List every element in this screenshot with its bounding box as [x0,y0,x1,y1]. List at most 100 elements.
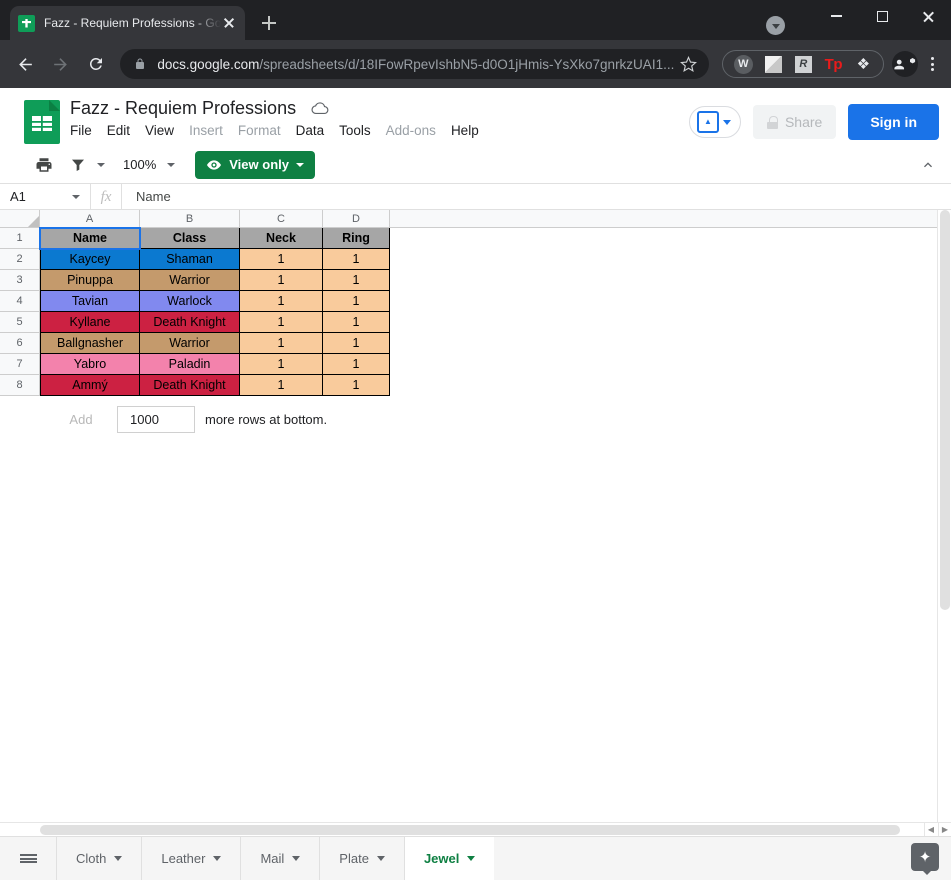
close-tab-icon[interactable] [221,15,237,31]
add-rows-button[interactable]: Add [45,406,117,433]
row-header[interactable]: 5 [0,312,40,333]
back-button[interactable] [12,49,39,79]
menu-view[interactable]: View [145,123,174,138]
cell-ring-r7[interactable]: 1 [323,354,390,375]
cell-neck-r6[interactable]: 1 [240,333,323,354]
menu-data[interactable]: Data [296,123,325,138]
cell-a1[interactable]: Name [39,227,141,250]
cell-name-r5[interactable]: Kyllane [40,312,140,333]
cell-class-r3[interactable]: Warrior [140,270,240,291]
horizontal-scroll-thumb[interactable] [40,825,900,835]
zoom-level-value[interactable]: 100% [117,157,162,172]
cell-neck-r7[interactable]: 1 [240,354,323,375]
upload-to-drive-button[interactable] [688,106,741,138]
document-title[interactable]: Fazz - Requiem Professions [70,98,296,119]
cell-class-r5[interactable]: Death Knight [140,312,240,333]
wallet-extension-icon[interactable]: W [731,52,755,76]
filter-icon[interactable] [64,151,92,179]
sheet-tab-leather[interactable]: Leather [141,837,240,880]
download-indicator-icon[interactable] [766,16,785,35]
cell-class-r2[interactable]: Shaman [140,249,240,270]
row-header[interactable]: 8 [0,375,40,396]
cell-name-r3[interactable]: Pinuppa [40,270,140,291]
all-sheets-hamburger-icon[interactable] [0,837,56,880]
column-header-b[interactable]: B [140,210,240,227]
sheet-tab-mail[interactable]: Mail [240,837,319,880]
cell-d1[interactable]: Ring [323,228,390,249]
cell-neck-r3[interactable]: 1 [240,270,323,291]
chevron-down-icon[interactable] [72,194,80,199]
cell-name-r7[interactable]: Yabro [40,354,140,375]
cell-ring-r3[interactable]: 1 [323,270,390,291]
cell-ring-r2[interactable]: 1 [323,249,390,270]
cell-name-r2[interactable]: Kaycey [40,249,140,270]
vertical-scroll-thumb[interactable] [940,210,950,610]
sheet-tab-cloth[interactable]: Cloth [56,837,141,880]
cell-name-r4[interactable]: Tavian [40,291,140,312]
row-header[interactable]: 1 [0,228,40,249]
column-header-d[interactable]: D [323,210,390,227]
filter-chevron-down-icon[interactable] [97,162,105,167]
cell-reference-box[interactable]: A1 [0,189,90,204]
menu-format[interactable]: Format [238,123,281,138]
menu-file[interactable]: File [70,123,92,138]
puzzle-extensions-icon[interactable]: ❖ [851,52,875,76]
chevron-down-icon[interactable] [292,856,301,861]
chevron-down-icon[interactable] [467,856,476,861]
sheet-tab-jewel[interactable]: Jewel [403,837,495,880]
maximize-button[interactable] [859,0,905,32]
cell-neck-r8[interactable]: 1 [240,375,323,396]
cell-class-r4[interactable]: Warlock [140,291,240,312]
profile-avatar-icon[interactable] [892,51,919,77]
chevron-down-icon[interactable] [213,856,222,861]
cell-class-r8[interactable]: Death Knight [140,375,240,396]
cube-extension-icon[interactable] [761,52,785,76]
menu-edit[interactable]: Edit [107,123,130,138]
browser-menu-icon[interactable] [921,52,943,76]
column-header-c[interactable]: C [240,210,323,227]
cell-ring-r6[interactable]: 1 [323,333,390,354]
cell-neck-r5[interactable]: 1 [240,312,323,333]
scroll-right-arrow-icon[interactable]: ▶ [938,823,951,836]
cell-c1[interactable]: Neck [240,228,323,249]
minimize-button[interactable] [813,0,859,32]
select-all-corner[interactable] [0,210,40,227]
menu-help[interactable]: Help [451,123,479,138]
explore-button[interactable]: ✦ [911,843,939,875]
cell-name-r6[interactable]: Ballgnasher [40,333,140,354]
row-header[interactable]: 2 [0,249,40,270]
script-extension-icon[interactable]: R [791,52,815,76]
cell-ring-r4[interactable]: 1 [323,291,390,312]
row-header[interactable]: 7 [0,354,40,375]
column-header-a[interactable]: A [40,210,140,227]
vertical-scrollbar[interactable] [937,210,951,822]
address-bar[interactable]: docs.google.com/spreadsheets/d/18IFowRpe… [120,49,710,79]
cell-class-r6[interactable]: Warrior [140,333,240,354]
cell-ring-r5[interactable]: 1 [323,312,390,333]
bookmark-star-icon[interactable] [680,55,698,73]
sheet-tab-plate[interactable]: Plate [319,837,404,880]
print-icon[interactable] [30,151,58,179]
view-only-button[interactable]: View only [195,150,315,179]
formula-input[interactable]: Name [122,189,171,204]
add-rows-input[interactable]: 1000 [117,406,195,433]
row-header[interactable]: 4 [0,291,40,312]
cell-neck-r2[interactable]: 1 [240,249,323,270]
sign-in-button[interactable]: Sign in [848,104,939,140]
cell-b1[interactable]: Class [140,228,240,249]
chevron-down-icon[interactable] [376,856,385,861]
menu-tools[interactable]: Tools [339,123,371,138]
cell-class-r7[interactable]: Paladin [140,354,240,375]
cell-ring-r8[interactable]: 1 [323,375,390,396]
menu-addons[interactable]: Add-ons [386,123,436,138]
reload-button[interactable] [82,49,109,79]
row-header[interactable]: 3 [0,270,40,291]
menu-insert[interactable]: Insert [189,123,223,138]
tp-extension-icon[interactable]: Tp [821,52,845,76]
zoom-chevron-down-icon[interactable] [167,162,176,167]
scroll-left-arrow-icon[interactable]: ◀ [924,823,937,836]
horizontal-scrollbar[interactable]: ◀ ▶ [0,822,951,836]
row-header[interactable]: 6 [0,333,40,354]
forward-button[interactable] [47,49,74,79]
cell-name-r8[interactable]: Ammý [40,375,140,396]
